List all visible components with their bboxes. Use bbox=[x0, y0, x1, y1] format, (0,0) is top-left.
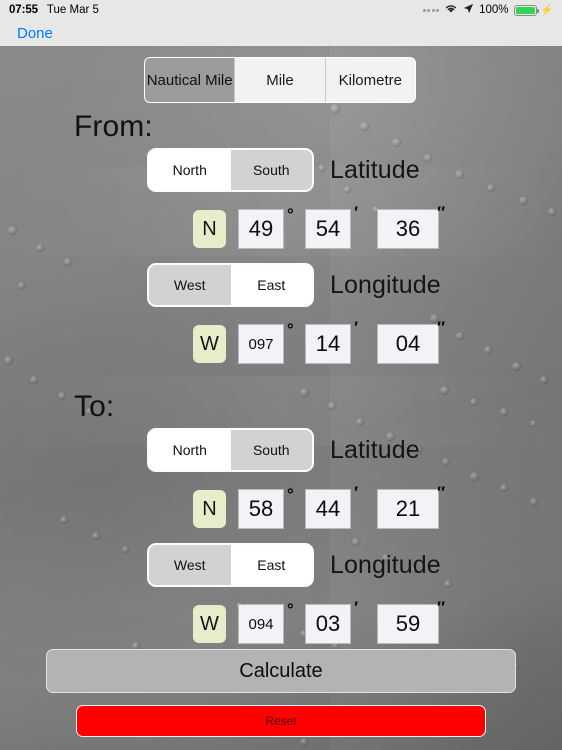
navigation-bar: Done bbox=[0, 20, 562, 46]
to-latitude-minutes-input[interactable]: 44 bbox=[305, 489, 351, 529]
from-longitude-degree-mark: ° bbox=[287, 320, 294, 339]
battery-full-icon bbox=[513, 4, 539, 16]
to-latitude-degrees-input[interactable]: 58 bbox=[238, 489, 284, 529]
to-longitude-second-mark: ″ bbox=[437, 598, 446, 617]
from-longitude-minutes-input[interactable]: 14 bbox=[305, 324, 351, 364]
to-longitude-option-east[interactable]: East bbox=[230, 545, 312, 585]
from-longitude-minute-mark: ′ bbox=[354, 318, 359, 337]
to-longitude-degrees-input[interactable]: 094 bbox=[238, 604, 284, 644]
main-content: Nautical Mile Mile Kilometre From: North… bbox=[0, 46, 562, 750]
to-longitude-inputs: W 094 03 59 bbox=[193, 602, 439, 646]
from-latitude-degrees-input[interactable]: 49 bbox=[238, 209, 284, 249]
from-longitude-option-east[interactable]: East bbox=[230, 265, 312, 305]
app-root: 07:55 Tue Mar 5 100% ⚡ Done Nautical Mil… bbox=[0, 0, 562, 750]
to-heading: To: bbox=[74, 390, 115, 423]
to-latitude-seconds-input[interactable]: 21 bbox=[377, 489, 439, 529]
unit-segmented-control[interactable]: Nautical Mile Mile Kilometre bbox=[144, 57, 416, 103]
to-latitude-option-north[interactable]: North bbox=[149, 430, 231, 470]
to-longitude-seconds-input[interactable]: 59 bbox=[377, 604, 439, 644]
unit-option-nautical-mile[interactable]: Nautical Mile bbox=[145, 58, 236, 102]
signal-dots-icon bbox=[422, 8, 440, 12]
from-longitude-seconds-input[interactable]: 04 bbox=[377, 324, 439, 364]
to-longitude-hemisphere-control[interactable]: West East bbox=[147, 543, 314, 587]
from-latitude-option-south[interactable]: South bbox=[230, 150, 312, 190]
from-longitude-hemisphere-control[interactable]: West East bbox=[147, 263, 314, 307]
calculate-button[interactable]: Calculate bbox=[46, 649, 516, 693]
to-latitude-inputs: N 58 44 21 bbox=[193, 487, 439, 531]
wifi-icon bbox=[444, 3, 458, 17]
done-button[interactable]: Done bbox=[17, 25, 53, 42]
to-longitude-minutes-input[interactable]: 03 bbox=[305, 604, 351, 644]
from-longitude-inputs: W 097 14 04 bbox=[193, 322, 439, 366]
to-latitude-minute-mark: ′ bbox=[354, 483, 359, 502]
from-heading: From: bbox=[74, 110, 153, 143]
to-latitude-degree-mark: ° bbox=[287, 485, 294, 504]
from-longitude-second-mark: ″ bbox=[437, 318, 446, 337]
from-longitude-hemisphere-badge[interactable]: W bbox=[193, 325, 226, 363]
from-latitude-label: Latitude bbox=[330, 156, 420, 184]
status-bar: 07:55 Tue Mar 5 100% ⚡ bbox=[0, 0, 562, 20]
charging-bolt-icon: ⚡ bbox=[540, 4, 553, 16]
from-latitude-second-mark: ″ bbox=[437, 203, 446, 222]
to-longitude-option-west[interactable]: West bbox=[149, 545, 231, 585]
from-latitude-inputs: N 49 54 36 bbox=[193, 207, 439, 251]
from-latitude-degree-mark: ° bbox=[287, 205, 294, 224]
unit-option-mile[interactable]: Mile bbox=[235, 58, 326, 102]
battery-percent-label: 100% bbox=[479, 4, 509, 16]
from-latitude-minute-mark: ′ bbox=[354, 203, 359, 222]
from-latitude-seconds-input[interactable]: 36 bbox=[377, 209, 439, 249]
from-longitude-degrees-input[interactable]: 097 bbox=[238, 324, 284, 364]
from-latitude-option-north[interactable]: North bbox=[149, 150, 231, 190]
status-bar-time: 07:55 bbox=[9, 4, 38, 16]
from-longitude-label: Longitude bbox=[330, 271, 441, 299]
location-arrow-icon bbox=[463, 3, 474, 17]
to-longitude-hemisphere-badge[interactable]: W bbox=[193, 605, 226, 643]
from-latitude-hemisphere-badge[interactable]: N bbox=[193, 210, 226, 248]
status-bar-date: Tue Mar 5 bbox=[46, 4, 99, 16]
unit-option-kilometre[interactable]: Kilometre bbox=[325, 58, 415, 102]
reset-button[interactable]: Reset bbox=[76, 705, 486, 737]
to-latitude-hemisphere-badge[interactable]: N bbox=[193, 490, 226, 528]
status-bar-indicators: 100% ⚡ bbox=[422, 3, 553, 17]
from-latitude-minutes-input[interactable]: 54 bbox=[305, 209, 351, 249]
to-longitude-minute-mark: ′ bbox=[354, 598, 359, 617]
to-longitude-label: Longitude bbox=[330, 551, 441, 579]
to-longitude-degree-mark: ° bbox=[287, 600, 294, 619]
from-longitude-option-west[interactable]: West bbox=[149, 265, 231, 305]
to-latitude-option-south[interactable]: South bbox=[230, 430, 312, 470]
to-latitude-second-mark: ″ bbox=[437, 483, 446, 502]
to-latitude-hemisphere-control[interactable]: North South bbox=[147, 428, 314, 472]
to-latitude-label: Latitude bbox=[330, 436, 420, 464]
from-latitude-hemisphere-control[interactable]: North South bbox=[147, 148, 314, 192]
